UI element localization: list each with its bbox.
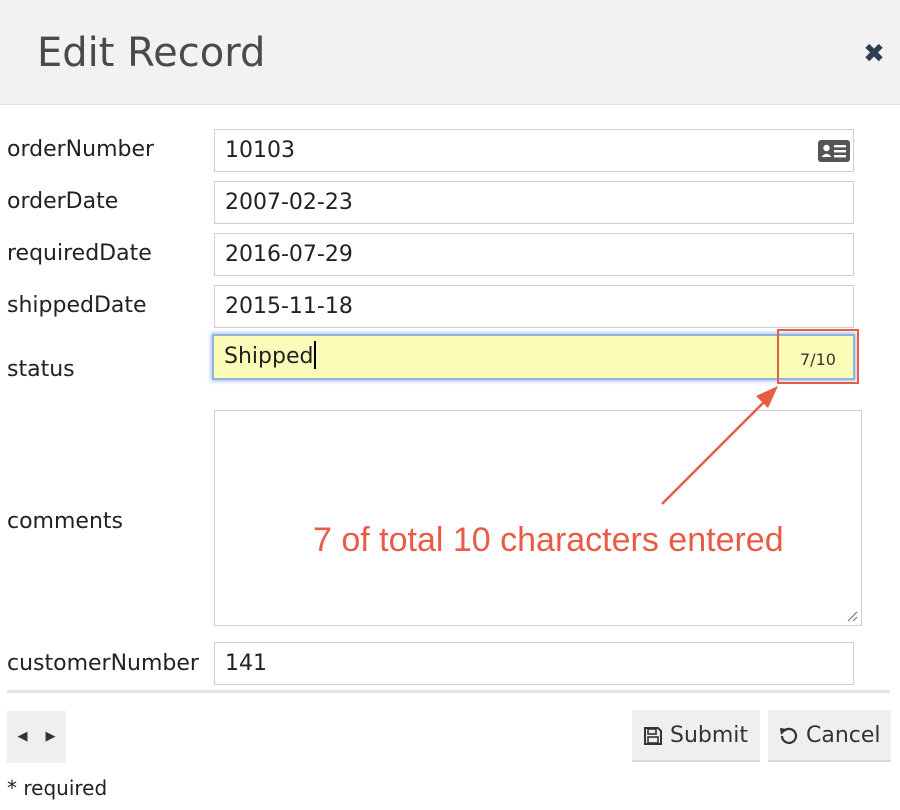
annotation-arrow xyxy=(661,386,778,505)
cancel-button[interactable]: Cancel xyxy=(768,710,891,762)
shipped-date-label: shippedDate xyxy=(7,293,147,318)
required-date-input[interactable]: 2016-07-29 xyxy=(214,233,854,276)
undo-icon xyxy=(780,727,798,744)
shipped-date-input[interactable]: 2015-11-18 xyxy=(214,285,854,328)
caret-left-icon[interactable]: ◀ xyxy=(8,711,37,763)
status-label: status xyxy=(7,357,75,382)
footer-divider xyxy=(7,690,890,693)
order-number-input[interactable]: 10103 xyxy=(214,129,854,172)
status-value: Shipped xyxy=(224,344,314,369)
status-input[interactable]: Shipped xyxy=(212,334,855,380)
dialog-title: Edit Record xyxy=(37,30,266,76)
customer-number-input[interactable]: 141 xyxy=(214,642,854,685)
text-cursor xyxy=(314,341,317,369)
caret-right-icon[interactable]: ▶ xyxy=(36,711,65,763)
required-date-label: requiredDate xyxy=(7,241,152,266)
save-icon xyxy=(644,727,662,745)
annotation-text: 7 of total 10 characters entered xyxy=(313,521,784,559)
resize-grip-icon[interactable] xyxy=(846,610,858,622)
order-number-label: orderNumber xyxy=(7,137,155,162)
customer-number-label: customerNumber xyxy=(7,651,199,676)
comments-label: comments xyxy=(7,509,123,534)
dialog-header: Edit Record ✖ xyxy=(0,0,900,105)
order-date-label: orderDate xyxy=(7,189,119,214)
counter-highlight-box xyxy=(777,329,859,384)
id-card-icon[interactable] xyxy=(818,140,850,162)
close-icon[interactable]: ✖ xyxy=(862,40,886,68)
required-note: * required xyxy=(7,776,108,800)
order-date-input[interactable]: 2007-02-23 xyxy=(214,181,854,224)
edit-record-dialog: Edit Record ✖ orderNumber 10103 orderDat… xyxy=(0,0,900,810)
record-pager: ◀ ▶ xyxy=(7,711,66,763)
submit-button-label: Submit xyxy=(670,723,749,748)
cancel-button-label: Cancel xyxy=(806,723,881,748)
submit-button[interactable]: Submit xyxy=(632,710,760,762)
